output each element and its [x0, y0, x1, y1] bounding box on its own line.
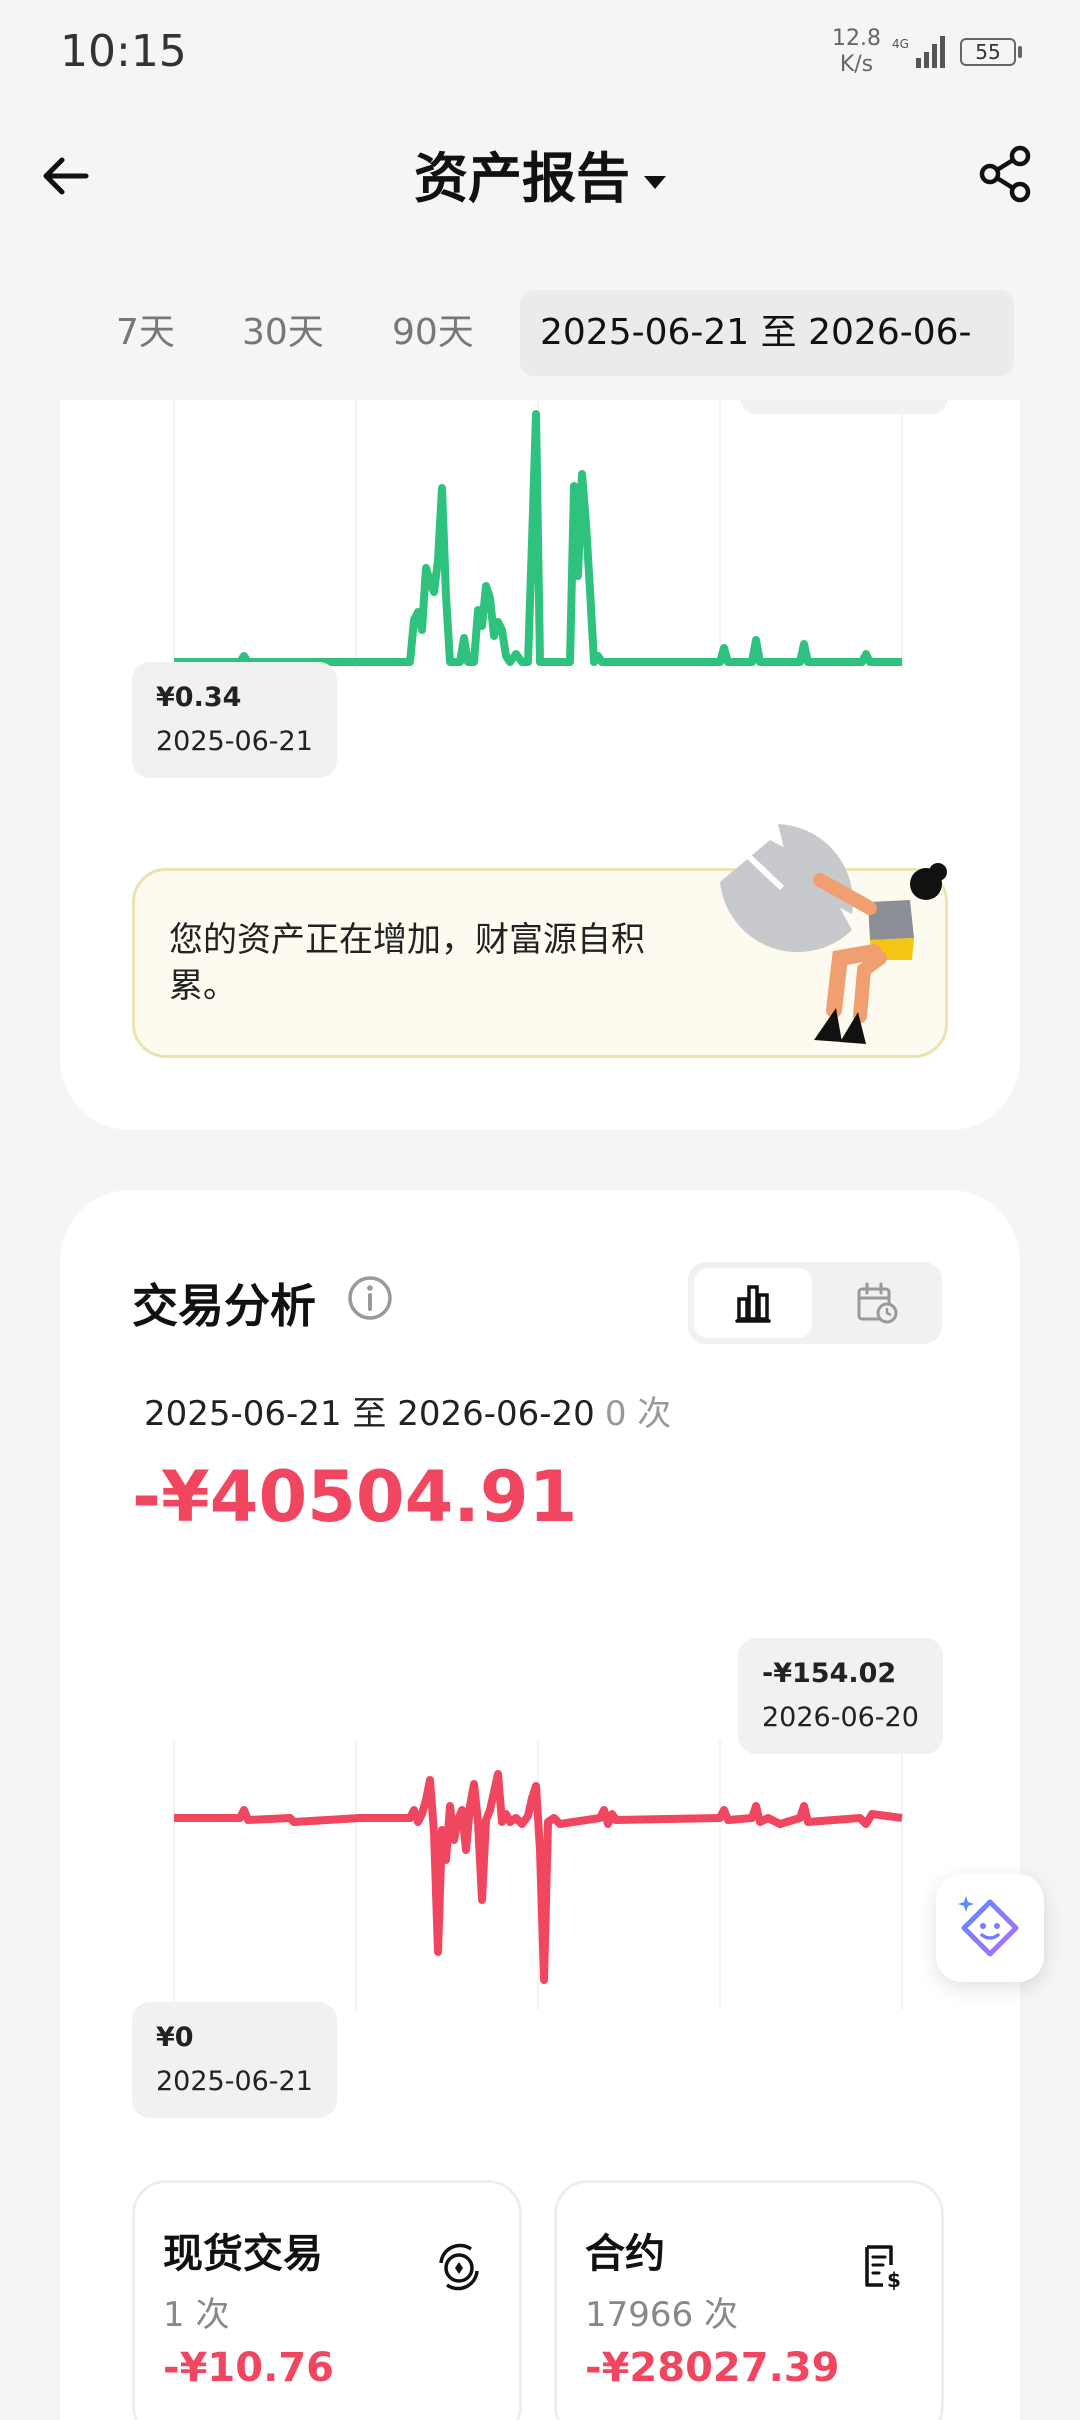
ai-assistant-icon [958, 1896, 1019, 1957]
trade-start-date: 2025-06-21 [156, 2066, 313, 2097]
app-header: 资产报告 [0, 120, 1080, 230]
page-title: 资产报告 [414, 147, 630, 210]
svg-text:$: $ [887, 2268, 901, 2291]
end-tooltip-remnant [740, 400, 948, 414]
asset-start-date: 2025-06-21 [156, 726, 313, 757]
contract-title: 合约 [585, 2231, 665, 2277]
trade-date-range: 2025-06-21 至 2026-06-20 [144, 1394, 595, 1434]
trade-count: 0 次 [604, 1394, 672, 1434]
asset-tip-text: 您的资产正在增加，财富源自积累。 [169, 920, 645, 1006]
trade-start-tooltip: ¥0 2025-06-21 [132, 2002, 337, 2118]
signal-icon: 4G [892, 36, 945, 68]
network-speed: 12.8 K/s [832, 26, 881, 78]
bar-chart-icon [735, 1285, 771, 1323]
calendar-view-button[interactable] [818, 1268, 936, 1338]
calendar-clock-icon [857, 1282, 898, 1324]
trade-start-value: ¥0 [156, 2022, 194, 2053]
pie-chart-person-illustration [720, 824, 947, 1044]
spot-trade-card[interactable]: 现货交易 1 次 -¥10.76 [132, 2180, 522, 2420]
trade-end-date: 2026-06-20 [762, 1702, 919, 1733]
trade-analysis-card: 交易分析 2025-06-21 至 2026-06-20 0 次 -¥40504. [60, 1190, 1020, 2420]
battery-icon: 55 [960, 38, 1016, 66]
network-speed-value: 12.8 [832, 26, 881, 51]
asset-report-card: ¥0.34 2025-06-21 您的资产正在增加，财富源自积累。 [60, 400, 1020, 1130]
asset-line-series [174, 410, 902, 666]
share-icon[interactable] [976, 144, 1036, 204]
info-icon[interactable] [346, 1274, 394, 1322]
asset-start-value: ¥0.34 [156, 682, 242, 713]
contract-count: 17966 次 [585, 2295, 738, 2335]
caret-down-icon [644, 175, 666, 189]
trade-total-pnl: -¥40504.91 [132, 1456, 578, 1538]
contract-bill-icon: $ [865, 2245, 901, 2291]
tab-30-days[interactable]: 30天 [242, 290, 324, 376]
asset-start-tooltip: ¥0.34 2025-06-21 [132, 662, 337, 778]
trade-pnl-line-chart [173, 1740, 903, 2010]
bar-chart-view-button[interactable] [694, 1268, 812, 1338]
date-range-tabs: 7天 30天 90天 2025-06-21 至 2026-06-20 [0, 290, 1080, 439]
tab-7-days[interactable]: 7天 [116, 290, 175, 376]
network-type-label: 4G [892, 37, 909, 51]
trade-analysis-title: 交易分析 [132, 1279, 316, 1333]
battery-cap [1018, 46, 1022, 58]
spot-trade-icon [439, 2243, 479, 2291]
status-bar: 10:15 12.8 K/s 4G 55 [0, 0, 1080, 100]
spot-trade-count: 1 次 [163, 2295, 230, 2335]
contract-value: -¥28027.39 [585, 2345, 840, 2391]
spot-trade-title: 现货交易 [163, 2231, 323, 2277]
tab-90-days[interactable]: 90天 [392, 290, 474, 376]
view-toggle [688, 1262, 942, 1344]
page-title-dropdown[interactable]: 资产报告 [0, 134, 1080, 213]
network-speed-unit: K/s [839, 52, 874, 77]
contract-card[interactable]: 合约 17966 次 -¥28027.39 $ [554, 2180, 944, 2420]
asset-line-chart [173, 400, 903, 670]
clock: 10:15 [60, 26, 187, 77]
trade-end-value: -¥154.02 [762, 1658, 897, 1689]
spot-trade-value: -¥10.76 [163, 2345, 334, 2391]
trade-end-tooltip: -¥154.02 2026-06-20 [738, 1638, 943, 1754]
ai-assistant-button[interactable] [936, 1874, 1044, 1982]
trade-date-line: 2025-06-21 至 2026-06-20 0 次 [144, 1386, 671, 1435]
tab-custom-range[interactable]: 2025-06-21 至 2026-06-20 [520, 290, 1014, 439]
